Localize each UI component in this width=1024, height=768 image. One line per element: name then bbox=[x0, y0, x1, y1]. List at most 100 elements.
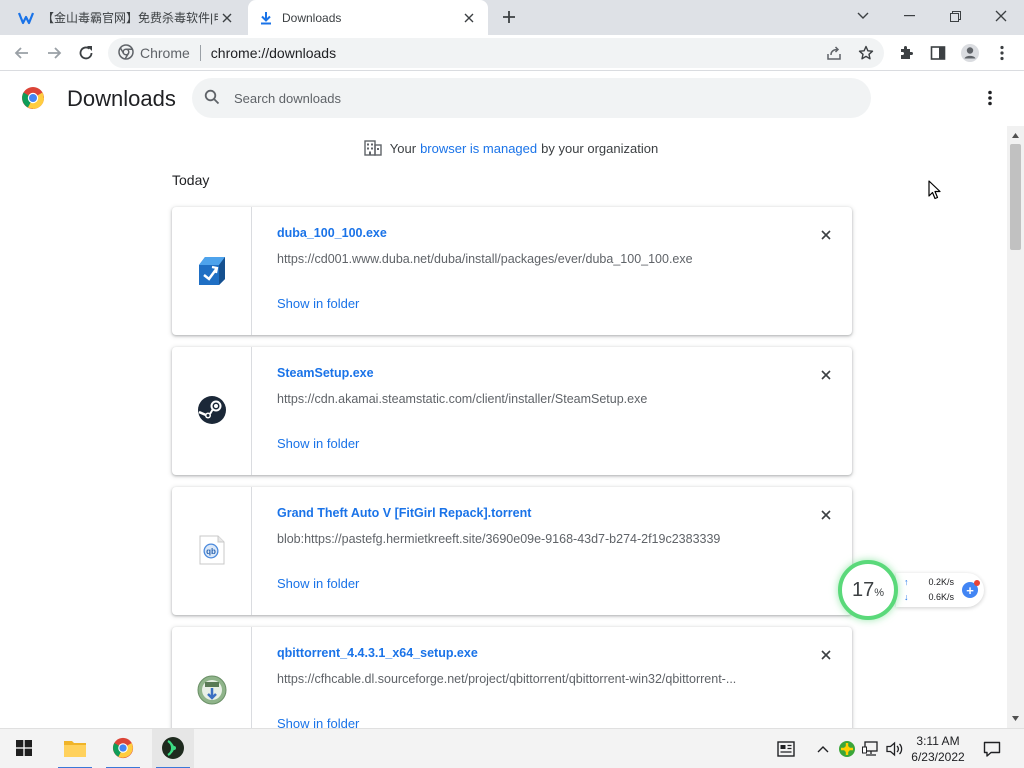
scroll-down-arrow-icon[interactable] bbox=[1011, 714, 1020, 723]
file-source-url[interactable]: blob:https://pastefg.hermietkreeft.site/… bbox=[277, 532, 720, 546]
notification-center-icon[interactable] bbox=[982, 739, 1002, 759]
file-source-url[interactable]: https://cdn.akamai.steamstatic.com/clien… bbox=[277, 392, 647, 406]
show-in-folder-link[interactable]: Show in folder bbox=[277, 716, 359, 728]
forward-button[interactable] bbox=[40, 39, 68, 67]
close-icon[interactable] bbox=[218, 9, 236, 27]
download-item: duba_100_100.exe https://cd001.www.duba.… bbox=[172, 207, 852, 335]
download-speed: 0.6K/s bbox=[928, 592, 954, 602]
page-scrollbar[interactable] bbox=[1007, 126, 1024, 728]
notification-dot bbox=[974, 580, 980, 586]
download-speed-row: ↓ 0.6K/s bbox=[904, 592, 954, 602]
file-name-link[interactable]: SteamSetup.exe bbox=[277, 366, 374, 380]
remove-download-close-icon[interactable] bbox=[816, 645, 836, 665]
search-input[interactable] bbox=[234, 90, 794, 106]
network-speed-widget[interactable]: ↑ 0.2K/s ↓ 0.6K/s + 17% bbox=[838, 560, 986, 620]
tab-strip: 【金山毒霸官网】免费杀毒软件|电脑 Downloads bbox=[0, 0, 1024, 35]
tab-search-button[interactable] bbox=[840, 0, 886, 32]
extensions-puzzle-icon[interactable] bbox=[892, 39, 920, 67]
upload-speed: 0.2K/s bbox=[928, 577, 954, 587]
scroll-up-arrow-icon[interactable] bbox=[1011, 131, 1020, 140]
side-panel-icon[interactable] bbox=[924, 39, 952, 67]
taskbar-file-explorer[interactable] bbox=[54, 729, 96, 768]
windows-taskbar: 3:11 AM 6/23/2022 bbox=[0, 728, 1024, 768]
volume-icon[interactable] bbox=[885, 739, 905, 759]
show-in-folder-link[interactable]: Show in folder bbox=[277, 296, 359, 311]
download-item: qbittorrent_4.4.3.1_x64_setup.exe https:… bbox=[172, 627, 852, 728]
profile-avatar-icon[interactable] bbox=[956, 39, 984, 67]
clock-date: 6/23/2022 bbox=[911, 750, 965, 764]
page-title: Downloads bbox=[67, 86, 176, 111]
close-window-button[interactable] bbox=[978, 0, 1024, 32]
bookmark-star-icon[interactable] bbox=[852, 39, 880, 67]
file-name-link[interactable]: Grand Theft Auto V [FitGirl Repack].torr… bbox=[277, 506, 531, 520]
tab-title: Downloads bbox=[282, 10, 342, 25]
minimize-button[interactable] bbox=[886, 0, 932, 32]
search-downloads-box[interactable] bbox=[192, 78, 871, 118]
file-icon-column: qb bbox=[172, 487, 252, 615]
taskbar-duba[interactable] bbox=[152, 729, 194, 768]
browser-managed-link[interactable]: browser is managed bbox=[420, 141, 537, 156]
back-button[interactable] bbox=[8, 39, 36, 67]
file-source-url[interactable]: https://cfhcable.dl.sourceforge.net/proj… bbox=[277, 672, 736, 686]
upload-arrow-icon: ↑ bbox=[904, 577, 909, 587]
reload-button[interactable] bbox=[72, 39, 100, 67]
svg-text:qb: qb bbox=[206, 547, 216, 556]
show-in-folder-link[interactable]: Show in folder bbox=[277, 436, 359, 451]
download-arrow-icon: ↓ bbox=[904, 592, 909, 602]
building-icon bbox=[364, 140, 382, 156]
taskbar-chrome[interactable] bbox=[102, 729, 144, 768]
managed-text-suffix: by your organization bbox=[541, 140, 659, 156]
close-icon[interactable] bbox=[460, 9, 478, 27]
chrome-taskbar-icon bbox=[112, 737, 134, 762]
download-icon bbox=[258, 10, 274, 26]
duba-taskbar-icon bbox=[161, 736, 185, 763]
downloads-header: Downloads bbox=[0, 72, 1024, 126]
date-section-title: Today bbox=[172, 172, 210, 188]
tab-title: 【金山毒霸官网】免费杀毒软件|电脑 bbox=[42, 11, 218, 25]
memory-usage-ring[interactable]: 17% bbox=[838, 560, 898, 620]
file-icon-column bbox=[172, 207, 252, 335]
chrome-logo-icon bbox=[21, 86, 45, 110]
duba-installer-icon bbox=[195, 253, 229, 290]
restore-button[interactable] bbox=[932, 0, 978, 32]
mouse-cursor-icon bbox=[928, 180, 942, 203]
windows-logo-icon bbox=[16, 739, 32, 759]
upload-speed-row: ↑ 0.2K/s bbox=[904, 577, 954, 587]
system-clock[interactable]: 3:11 AM 6/23/2022 bbox=[906, 733, 970, 765]
show-in-folder-link[interactable]: Show in folder bbox=[277, 576, 359, 591]
duba-favicon-icon bbox=[18, 10, 34, 26]
file-source-url[interactable]: https://cd001.www.duba.net/duba/install/… bbox=[277, 252, 693, 266]
remove-download-close-icon[interactable] bbox=[816, 505, 836, 525]
clock-time: 3:11 AM bbox=[916, 734, 960, 748]
browser-menu-icon[interactable] bbox=[988, 39, 1016, 67]
scroll-thumb[interactable] bbox=[1010, 144, 1021, 250]
download-item: SteamSetup.exe https://cdn.akamai.steams… bbox=[172, 347, 852, 475]
file-icon-column bbox=[172, 627, 252, 728]
news-widget-icon[interactable] bbox=[776, 739, 796, 759]
managed-notice: Your browser is managed by your organiza… bbox=[0, 140, 1007, 156]
share-icon[interactable] bbox=[820, 39, 848, 67]
start-button[interactable] bbox=[8, 729, 40, 768]
remove-download-close-icon[interactable] bbox=[816, 365, 836, 385]
downloads-list: Your browser is managed by your organiza… bbox=[0, 126, 1007, 728]
qbittorrent-file-icon: qb bbox=[198, 534, 226, 569]
file-name-link[interactable]: duba_100_100.exe bbox=[277, 226, 387, 240]
duba-tray-icon[interactable] bbox=[837, 739, 857, 759]
new-tab-button[interactable] bbox=[498, 6, 520, 28]
file-icon-column bbox=[172, 347, 252, 475]
downloads-menu-icon[interactable] bbox=[978, 86, 1002, 110]
managed-text-prefix: Your bbox=[389, 140, 417, 156]
browser-toolbar: Chrome chrome://downloads bbox=[0, 35, 1024, 71]
speed-panel: ↑ 0.2K/s ↓ 0.6K/s + bbox=[896, 573, 984, 607]
url-text[interactable]: chrome://downloads bbox=[211, 45, 336, 61]
remove-download-close-icon[interactable] bbox=[816, 225, 836, 245]
network-icon[interactable] bbox=[861, 739, 881, 759]
tab-duba[interactable]: 【金山毒霸官网】免费杀毒软件|电脑 bbox=[8, 0, 246, 35]
address-bar[interactable]: Chrome chrome://downloads bbox=[108, 38, 884, 68]
file-name-link[interactable]: qbittorrent_4.4.3.1_x64_setup.exe bbox=[277, 646, 478, 660]
folder-icon bbox=[63, 738, 87, 761]
download-item: qb Grand Theft Auto V [FitGirl Repack].t… bbox=[172, 487, 852, 615]
show-hidden-icons-chevron-icon[interactable] bbox=[813, 739, 833, 759]
usage-percent: 17 bbox=[851, 578, 875, 601]
tab-downloads[interactable]: Downloads bbox=[248, 0, 488, 35]
